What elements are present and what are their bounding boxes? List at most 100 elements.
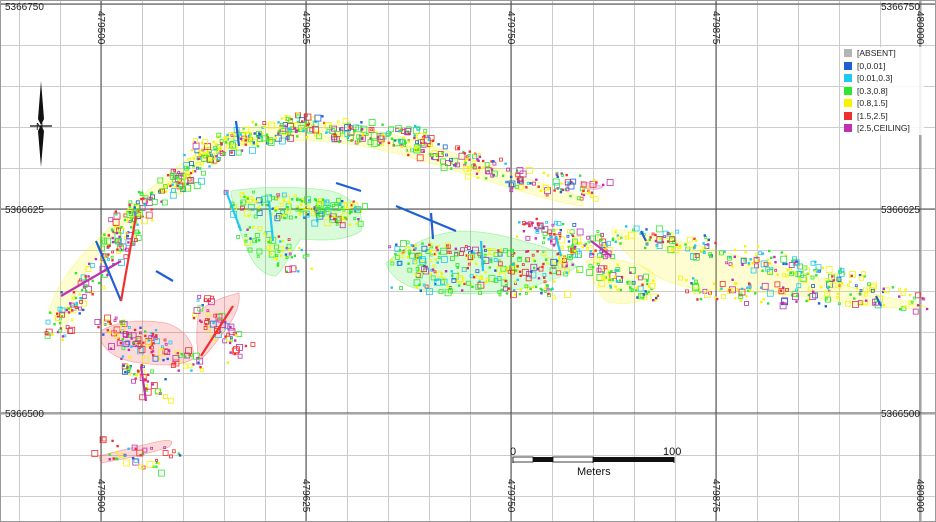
sample-point <box>244 143 247 146</box>
sample-block <box>399 286 404 290</box>
sample-point <box>177 369 180 372</box>
sample-point <box>535 217 538 221</box>
sample-block <box>70 318 74 322</box>
sample-point <box>645 292 648 295</box>
sample-point <box>525 222 528 225</box>
sample-point <box>360 121 363 124</box>
sample-point <box>361 136 364 140</box>
sample-block <box>249 146 256 154</box>
sample-block <box>164 185 168 189</box>
sample-block <box>721 293 727 299</box>
sample-point <box>248 226 252 229</box>
sample-point <box>534 226 537 230</box>
sample-block <box>169 191 177 199</box>
sample-point <box>428 152 432 156</box>
sample-point <box>298 247 301 250</box>
sample-point <box>103 233 106 236</box>
sample-point <box>300 203 303 206</box>
sample-point <box>756 245 760 248</box>
sample-point <box>295 129 298 132</box>
x-tick-label-bottom: 479625 <box>300 479 311 513</box>
sample-point <box>414 273 417 276</box>
sample-point <box>457 284 461 287</box>
sample-point <box>504 279 507 283</box>
sample-point <box>571 263 574 266</box>
sample-point <box>468 158 471 161</box>
sample-point <box>436 261 439 264</box>
map-canvas[interactable]: 479500 479500 479625 479625 479750 479750 4798… <box>1 1 935 521</box>
sample-point <box>197 157 200 160</box>
sample-point <box>115 451 118 454</box>
sample-point <box>773 255 776 259</box>
sample-point <box>150 335 154 338</box>
sample-point <box>734 297 737 300</box>
sample-block <box>107 258 110 261</box>
sample-point <box>550 235 553 238</box>
sample-point <box>524 259 528 262</box>
sample-point <box>436 159 440 162</box>
sample-point <box>296 205 300 208</box>
sample-point <box>513 293 517 296</box>
sample-block <box>467 154 471 157</box>
sample-point <box>255 200 259 203</box>
sample-point <box>147 373 150 377</box>
sample-point <box>355 222 358 225</box>
sample-point <box>594 249 597 252</box>
sample-point <box>435 246 438 249</box>
sample-block <box>237 353 243 359</box>
sample-block <box>552 228 556 232</box>
sample-point <box>795 300 798 303</box>
sample-point <box>414 247 417 250</box>
sample-point <box>646 279 649 282</box>
sample-block <box>912 308 919 315</box>
sample-point <box>539 189 543 193</box>
sample-point <box>850 274 853 277</box>
sample-point <box>568 255 571 259</box>
y-tick-label-right: 5366750 <box>881 2 920 13</box>
sample-point <box>471 285 474 289</box>
sample-point <box>49 311 52 314</box>
sample-point <box>751 262 754 265</box>
sample-point <box>547 292 550 296</box>
sample-point <box>150 191 154 194</box>
sample-point <box>582 189 585 192</box>
sample-block <box>847 283 850 287</box>
sample-point <box>543 236 546 240</box>
sample-point <box>451 274 454 277</box>
x-tick-label-bottom: 480000 <box>914 479 925 513</box>
sample-block <box>399 240 407 248</box>
sample-point <box>488 266 491 269</box>
sample-point <box>715 297 719 301</box>
sample-point <box>509 175 513 179</box>
legend-label: [0,0.01] <box>857 60 886 71</box>
sample-point <box>525 186 528 189</box>
sample-point <box>611 278 614 282</box>
sample-point <box>313 198 317 201</box>
sample-point <box>655 296 658 300</box>
sample-point <box>192 157 195 160</box>
sample-point <box>515 235 519 238</box>
sample-point <box>120 357 123 361</box>
sample-point <box>199 365 202 369</box>
legend-label: [0.3,0.8] <box>857 85 888 96</box>
map-view[interactable]: 479500 479500 479625 479625 479750 479750 4798… <box>0 0 936 522</box>
sample-point <box>402 136 405 139</box>
sample-point <box>293 127 297 130</box>
sample-point <box>648 238 651 241</box>
sample-point <box>361 128 364 131</box>
sample-point <box>472 251 475 255</box>
sample-block <box>111 250 114 254</box>
sample-point <box>748 289 752 292</box>
sample-point <box>297 270 300 273</box>
sample-point <box>615 280 619 283</box>
sample-point <box>127 447 130 450</box>
sample-point <box>87 275 90 278</box>
sample-block <box>198 177 205 185</box>
sample-point <box>263 232 266 235</box>
sample-block <box>110 255 114 259</box>
sample-point <box>824 305 827 308</box>
sample-point <box>614 285 617 288</box>
sample-point <box>418 254 422 257</box>
sample-point <box>94 257 98 261</box>
sample-point <box>786 269 789 272</box>
